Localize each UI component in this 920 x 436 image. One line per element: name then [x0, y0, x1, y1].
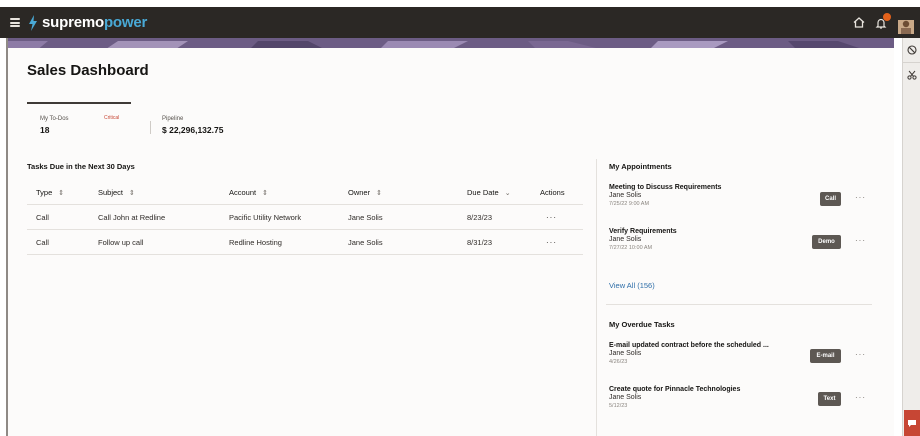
- sort-icon: ⇕: [376, 189, 382, 197]
- sort-icon: ⇕: [262, 189, 268, 197]
- top-strip: [0, 0, 920, 7]
- brand-name-part2: power: [103, 14, 148, 31]
- cell-due-date: 8/23/23: [467, 213, 493, 222]
- table-header-row: Type ⇕ Subject ⇕ Account ⇕ Owner ⇕ Due Date ⌄…: [27, 180, 583, 205]
- section-divider: [606, 304, 872, 305]
- cell-due-date: 8/31/23: [467, 238, 493, 247]
- col-header-due-date[interactable]: Due Date ⌄: [467, 180, 511, 205]
- overdue-title: E-mail updated contract before the sched…: [609, 342, 769, 349]
- metric-todos-label: My To-Dos: [40, 116, 69, 122]
- page-title: Sales Dashboard: [27, 62, 149, 79]
- cell-account: Pacific Utility Network: [229, 213, 302, 222]
- brand-logo[interactable]: supremo power: [28, 14, 147, 31]
- app-header: supremo power: [0, 7, 920, 38]
- table-row[interactable]: Call Follow up call Redline Hosting Jane…: [27, 230, 583, 255]
- tag-email-badge[interactable]: E-mail: [810, 349, 841, 363]
- cell-type: Call: [36, 213, 49, 222]
- col-header-owner-label: Owner: [348, 188, 371, 197]
- metric-tab-indicator: [27, 102, 131, 104]
- view-all-link[interactable]: View All (156): [609, 281, 655, 290]
- sort-icon: ⇕: [58, 189, 65, 197]
- menu-icon[interactable]: [10, 18, 20, 27]
- col-header-due-date-label: Due Date: [467, 188, 499, 197]
- cell-account: Redline Hosting: [229, 238, 282, 247]
- cell-owner: Jane Solis: [348, 213, 383, 222]
- critical-badge: Critical: [104, 115, 120, 121]
- cell-subject-link[interactable]: Call John at Redline: [98, 205, 165, 230]
- col-header-actions: Actions: [540, 180, 565, 205]
- metric-pipeline[interactable]: Pipeline $ 22,296,132.75: [162, 116, 223, 135]
- metric-divider: [150, 121, 151, 134]
- row-actions-icon[interactable]: ···: [546, 205, 557, 230]
- more-icon[interactable]: ···: [855, 350, 866, 359]
- col-header-account[interactable]: Account ⇕: [229, 180, 268, 205]
- bell-icon[interactable]: [870, 12, 892, 34]
- col-header-account-label: Account: [229, 188, 257, 197]
- metric-pipeline-label: Pipeline: [162, 116, 184, 122]
- more-icon[interactable]: ···: [855, 393, 866, 402]
- decorative-banner: [8, 38, 894, 48]
- appointment-title: Verify Requirements: [609, 228, 677, 235]
- tag-call-badge[interactable]: Call: [820, 192, 841, 206]
- col-header-subject[interactable]: Subject ⇕: [98, 180, 135, 205]
- metric-todos[interactable]: My To-Dos 18: [40, 116, 69, 135]
- more-icon[interactable]: ···: [855, 236, 866, 245]
- cut-icon[interactable]: [903, 62, 920, 86]
- column-divider: [596, 159, 597, 436]
- right-rail: [902, 38, 920, 436]
- row-actions-icon[interactable]: ···: [546, 230, 557, 255]
- sort-icon: ⇕: [129, 189, 135, 197]
- col-header-type-label: Type: [36, 188, 53, 197]
- bolt-icon: [29, 14, 37, 31]
- cell-type: Call: [36, 238, 49, 247]
- tasks-table: Type ⇕ Subject ⇕ Account ⇕ Owner ⇕ Due Date ⌄…: [27, 180, 583, 255]
- col-header-type[interactable]: Type ⇕: [36, 180, 64, 205]
- block-icon[interactable]: [903, 38, 920, 62]
- col-header-subject-label: Subject: [98, 188, 124, 197]
- avatar[interactable]: [898, 12, 920, 34]
- appointment-title: Meeting to Discuss Requirements: [609, 184, 722, 191]
- col-header-actions-label: Actions: [540, 188, 565, 197]
- col-header-owner[interactable]: Owner ⇕: [348, 180, 382, 205]
- chat-icon[interactable]: [904, 410, 920, 436]
- notification-dot: [883, 12, 891, 21]
- left-edge-bar: [6, 38, 8, 436]
- appointments-section-title: My Appointments: [609, 162, 672, 171]
- more-icon[interactable]: ···: [855, 193, 866, 202]
- metric-pipeline-value: $ 22,296,132.75: [162, 125, 224, 135]
- tag-demo-badge[interactable]: Demo: [812, 235, 841, 249]
- home-icon[interactable]: [848, 12, 870, 34]
- table-row[interactable]: Call Call John at Redline Pacific Utilit…: [27, 205, 583, 230]
- metric-todos-value: 18: [40, 125, 50, 135]
- cell-subject-link[interactable]: Follow up call: [98, 230, 143, 255]
- tasks-section-title: Tasks Due in the Next 30 Days: [27, 162, 135, 171]
- cell-owner: Jane Solis: [348, 238, 383, 247]
- tag-text-badge[interactable]: Text: [818, 392, 841, 406]
- chevron-down-icon: ⌄: [504, 189, 511, 197]
- brand-name-part1: supremo: [42, 14, 104, 31]
- overdue-section-title: My Overdue Tasks: [609, 320, 675, 329]
